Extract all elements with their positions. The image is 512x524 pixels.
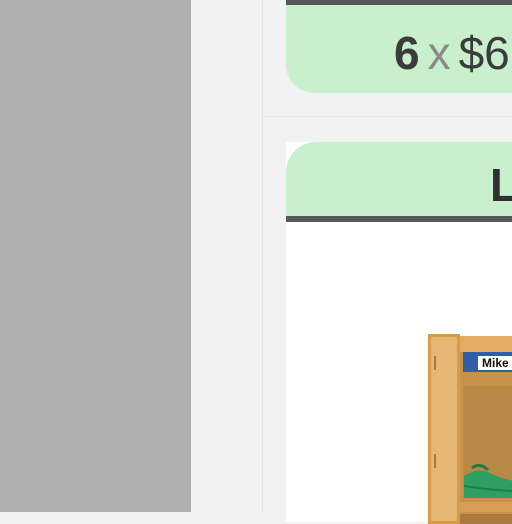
- product-card[interactable]: L Mike: [286, 142, 512, 524]
- name-tag-label: Mike: [482, 356, 509, 370]
- quantity-value: 6: [394, 27, 420, 79]
- row-divider: [263, 116, 512, 117]
- product-image[interactable]: Mike: [428, 334, 512, 524]
- product-card-title: L: [490, 159, 512, 211]
- left-gray-panel: [0, 0, 191, 512]
- price-line: 6 x $6: [394, 30, 510, 76]
- column-divider: [262, 0, 263, 512]
- times-symbol: x: [427, 27, 451, 79]
- price-value: $6: [458, 27, 510, 79]
- product-card-header: L: [286, 142, 512, 222]
- price-card: 6 x $6: [286, 0, 512, 93]
